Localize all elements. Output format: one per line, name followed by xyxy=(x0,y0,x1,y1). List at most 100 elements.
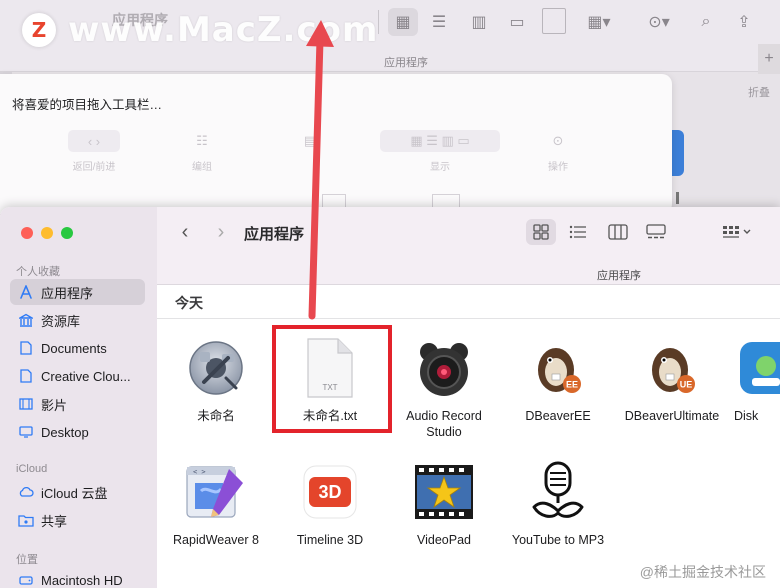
add-tab-button[interactable]: + xyxy=(758,44,780,74)
sheet-item-view[interactable]: ▦ ☰ ▥ ▭ 显示 xyxy=(380,130,500,173)
file-label: Audio Record Studio xyxy=(406,409,482,439)
file-label: DBeaverUltimate xyxy=(624,409,720,423)
macz-watermark-text: www.MacZ.com xyxy=(68,10,379,50)
sheet-item-label: 返回/前进 xyxy=(72,162,116,173)
grid-icon xyxy=(533,224,549,240)
close-window-button[interactable] xyxy=(21,227,33,239)
space-placeholder-icon[interactable] xyxy=(542,8,566,34)
sidebar-item-documents[interactable]: Documents xyxy=(10,335,145,361)
collapse-label[interactable]: 折叠 xyxy=(748,84,770,100)
file-item-audio-record-studio[interactable]: Audio Record Studio xyxy=(384,336,504,440)
sidebar-item-label: Desktop xyxy=(41,424,89,440)
sheet-ghost-item xyxy=(432,194,460,208)
gallery-icon xyxy=(646,224,666,239)
ue-badge: UE xyxy=(680,380,693,390)
file-label: Timeline 3D xyxy=(296,533,364,547)
forward-button[interactable]: › xyxy=(211,221,231,243)
sidebar-item-label: iCloud 云盘 xyxy=(41,485,108,501)
sidebar-item-desktop[interactable]: Desktop xyxy=(10,419,145,445)
sheet-item-back-forward[interactable]: ‹ › 返回/前进 xyxy=(68,130,120,173)
file-item-dbeaver-ultimate[interactable]: UE DBeaverUltimate xyxy=(612,336,732,424)
zoom-window-button[interactable] xyxy=(61,227,73,239)
disk-app-icon xyxy=(734,336,780,400)
group-header-label: 今天 xyxy=(175,295,203,311)
library-icon xyxy=(18,312,34,328)
sidebar-item-label: Macintosh HD xyxy=(41,572,123,588)
sheet-item-group[interactable]: ☷ 编组 xyxy=(188,130,216,173)
sidebar-item-shared[interactable]: 共享 xyxy=(10,507,145,533)
timeline-badge: 3D xyxy=(318,482,341,502)
sheet-item-action[interactable]: ⊙ 操作 xyxy=(544,130,572,173)
list-view-button[interactable] xyxy=(563,219,593,245)
rapidweaver-icon: < > xyxy=(184,460,248,524)
file-item-automator[interactable]: 未命名 xyxy=(156,336,276,424)
file-label: YouTube to MP3 xyxy=(511,533,605,547)
file-item-youtube-to-mp3[interactable]: YouTube to MP3 xyxy=(498,460,618,548)
desktop-icon xyxy=(18,424,34,440)
background-path-label: 应用程序 xyxy=(384,57,428,69)
sidebar-section-favorites: 个人收藏 xyxy=(16,266,60,278)
group-by-icon xyxy=(723,226,751,238)
sidebar-item-label: 应用程序 xyxy=(41,285,94,301)
cloud-icon xyxy=(18,484,34,500)
sidebar-item-label: 影片 xyxy=(41,397,68,413)
view-switcher-icon: ▦ ☰ ▥ ▭ xyxy=(380,130,500,152)
more-actions-icon[interactable]: ⊙▾ xyxy=(640,8,678,36)
gallery-view-icon[interactable]: ▭ xyxy=(502,8,532,36)
path-subtitle: 应用程序 xyxy=(597,270,641,282)
film-icon xyxy=(18,396,34,412)
list-icon xyxy=(569,225,586,239)
background-divider xyxy=(676,192,679,204)
minimize-window-button[interactable] xyxy=(41,227,53,239)
sheet-item-partial[interactable]: ▤ xyxy=(296,130,324,152)
sidebar-item-label: Creative Clou... xyxy=(41,368,131,384)
macz-logo: Z xyxy=(22,13,56,47)
file-item-timeline-3d[interactable]: 3D Timeline 3D xyxy=(270,460,390,548)
shared-folder-icon xyxy=(18,512,34,528)
apps-icon xyxy=(18,284,34,300)
column-view-button[interactable] xyxy=(603,219,633,245)
back-button[interactable]: ‹ xyxy=(175,221,195,243)
sidebar-item-library[interactable]: 资源库 xyxy=(10,307,145,333)
svg-text:< >: < > xyxy=(193,468,206,476)
sidebar-item-icloud-drive[interactable]: iCloud 云盘 xyxy=(10,479,145,505)
search-icon[interactable]: ⌕ xyxy=(694,8,718,36)
videopad-icon xyxy=(412,460,476,524)
audio-record-icon xyxy=(412,336,476,400)
file-item-dbeaver-ee[interactable]: EE DBeaverEE xyxy=(498,336,618,424)
dbeaver-icon: EE xyxy=(526,336,590,400)
group-by-button[interactable] xyxy=(717,219,757,245)
file-item-disk[interactable]: Disk xyxy=(726,336,780,424)
back-forward-icon: ‹ › xyxy=(68,130,120,152)
file-item-videopad[interactable]: VideoPad xyxy=(384,460,504,548)
column-view-icon[interactable]: ▥ xyxy=(464,8,494,36)
sidebar-item-applications[interactable]: 应用程序 xyxy=(10,279,145,305)
icon-view-icon[interactable]: ▦ xyxy=(388,8,418,36)
document-icon xyxy=(18,340,34,356)
list-view-icon[interactable]: ☰ xyxy=(424,8,454,36)
sidebar-item-label: 资源库 xyxy=(41,313,81,329)
file-item-rapidweaver[interactable]: < > RapidWeaver 8 xyxy=(156,460,276,548)
sheet-title: 将喜爱的项目拖入工具栏… xyxy=(12,98,163,112)
sidebar-item-macintosh-hd[interactable]: Macintosh HD xyxy=(10,567,145,588)
sidebar-section-locations: 位置 xyxy=(16,554,38,566)
icon-view-button[interactable] xyxy=(526,219,556,245)
sidebar-item-label: 共享 xyxy=(41,513,68,529)
sheet-item-label: 显示 xyxy=(430,162,450,173)
timeline3d-icon: 3D xyxy=(298,460,362,524)
group-icon: ☷ xyxy=(196,133,208,148)
sidebar-section-icloud: iCloud xyxy=(16,463,48,475)
share-icon[interactable]: ⇪ xyxy=(732,8,756,36)
sidebar-item-movies[interactable]: 影片 xyxy=(10,391,145,417)
group-header: 今天 xyxy=(157,285,780,319)
sidebar-item-creative-cloud[interactable]: Creative Clou... xyxy=(10,363,145,389)
dbeaver-icon: UE xyxy=(640,336,704,400)
gallery-view-button[interactable] xyxy=(641,219,671,245)
finder-toolbar: ‹ › 应用程序 应用程序 xyxy=(157,207,780,285)
sidebar-item-label: Documents xyxy=(41,340,107,356)
sheet-item-label: 操作 xyxy=(548,162,568,173)
file-label: DBeaverEE xyxy=(525,409,591,423)
group-by-icon[interactable]: ▦▾ xyxy=(580,8,618,36)
youtube-mp3-icon xyxy=(526,460,590,524)
window-title: 应用程序 xyxy=(244,226,305,243)
